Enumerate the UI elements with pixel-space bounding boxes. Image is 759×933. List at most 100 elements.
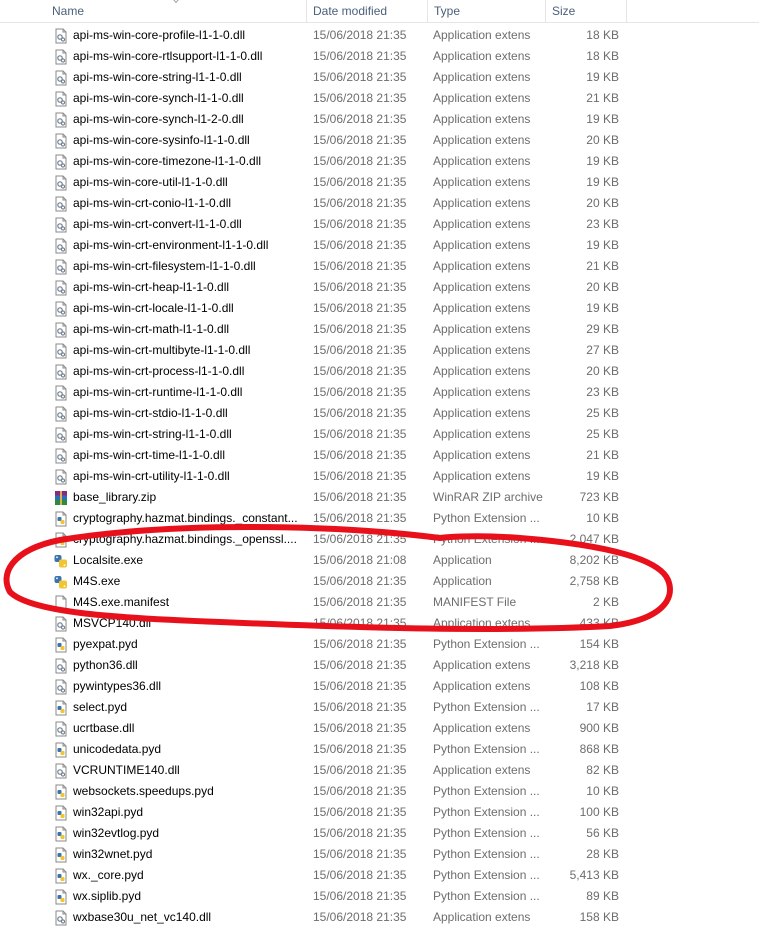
- file-name: pywintypes36.dll: [73, 679, 162, 693]
- file-row[interactable]: wxbase30u_net_vc140.dll 15/06/2018 21:35 A…: [0, 907, 759, 928]
- file-row[interactable]: api-ms-win-crt-filesystem-l1-1-0.dll 15/0…: [0, 256, 759, 277]
- file-date-modified: 15/06/2018 21:35: [313, 385, 407, 399]
- file-row[interactable]: M4S.exe.manifest 15/06/2018 21:35 MANIFEST…: [0, 592, 759, 613]
- file-row[interactable]: cryptography.hazmat.bindings._openssl...…: [0, 529, 759, 550]
- file-size: 18 KB: [586, 28, 619, 42]
- file-type: Python Extension ...: [433, 889, 540, 903]
- file-name: api-ms-win-core-synch-l1-1-0.dll: [73, 91, 244, 105]
- file-row[interactable]: api-ms-win-core-timezone-l1-1-0.dll 15/06…: [0, 151, 759, 172]
- file-type: Application extens: [433, 721, 531, 735]
- file-size: 20 KB: [586, 133, 619, 147]
- file-row[interactable]: api-ms-win-core-sysinfo-l1-1-0.dll 15/06/…: [0, 130, 759, 151]
- file-name: api-ms-win-core-rtlsupport-l1-1-0.dll: [73, 49, 263, 63]
- column-header-size[interactable]: Size: [546, 0, 626, 22]
- file-row[interactable]: api-ms-win-crt-runtime-l1-1-0.dll 15/06/2…: [0, 382, 759, 403]
- file-row[interactable]: api-ms-win-core-synch-l1-1-0.dll 15/06/20…: [0, 88, 759, 109]
- file-type: Application extens: [433, 658, 531, 672]
- file-row[interactable]: api-ms-win-crt-heap-l1-1-0.dll 15/06/2018…: [0, 277, 759, 298]
- file-type: Python Extension ...: [433, 742, 540, 756]
- file-row[interactable]: api-ms-win-core-synch-l1-2-0.dll 15/06/20…: [0, 109, 759, 130]
- column-header-type[interactable]: Type: [428, 0, 545, 22]
- dll-icon: [53, 112, 69, 128]
- file-type: MANIFEST File: [433, 595, 517, 609]
- file-date-modified: 15/06/2018 21:35: [313, 364, 407, 378]
- file-row[interactable]: Localsite.exe 15/06/2018 21:08 Application…: [0, 550, 759, 571]
- file-row[interactable]: unicodedata.pyd 15/06/2018 21:35 Python Ex…: [0, 739, 759, 760]
- dll-icon: [53, 154, 69, 170]
- file-row[interactable]: api-ms-win-core-rtlsupport-l1-1-0.dll 15/…: [0, 46, 759, 67]
- file-row[interactable]: api-ms-win-crt-math-l1-1-0.dll 15/06/2018…: [0, 319, 759, 340]
- file-row[interactable]: api-ms-win-crt-locale-l1-1-0.dll 15/06/20…: [0, 298, 759, 319]
- file-date-modified: 15/06/2018 21:35: [313, 742, 407, 756]
- file-row[interactable]: api-ms-win-crt-environment-l1-1-0.dll 15/…: [0, 235, 759, 256]
- file-row[interactable]: win32api.pyd 15/06/2018 21:35 Python Exten…: [0, 802, 759, 823]
- file-row[interactable]: api-ms-win-crt-convert-l1-1-0.dll 15/06/2…: [0, 214, 759, 235]
- file-row[interactable]: api-ms-win-crt-process-l1-1-0.dll 15/06/2…: [0, 361, 759, 382]
- python-file-icon: [53, 889, 69, 905]
- file-size: 5,413 KB: [569, 868, 619, 882]
- file-row[interactable]: win32wnet.pyd 15/06/2018 21:35 Python Exte…: [0, 844, 759, 865]
- file-size: 19 KB: [586, 301, 619, 315]
- column-divider[interactable]: [626, 0, 627, 22]
- file-row[interactable]: python36.dll 15/06/2018 21:35 Application …: [0, 655, 759, 676]
- dll-icon: [53, 448, 69, 464]
- file-date-modified: 15/06/2018 21:35: [313, 49, 407, 63]
- file-size: 20 KB: [586, 196, 619, 210]
- column-header-name[interactable]: Name: [46, 0, 306, 22]
- file-row[interactable]: websockets.speedups.pyd 15/06/2018 21:35 P…: [0, 781, 759, 802]
- file-date-modified: 15/06/2018 21:35: [313, 784, 407, 798]
- file-row[interactable]: ucrtbase.dll 15/06/2018 21:35 Application …: [0, 718, 759, 739]
- file-row[interactable]: wx._core.pyd 15/06/2018 21:35 Python Exten…: [0, 865, 759, 886]
- file-type: Application extens: [433, 763, 531, 777]
- file-size: 723 KB: [579, 490, 619, 504]
- file-date-modified: 15/06/2018 21:35: [313, 805, 407, 819]
- file-size: 21 KB: [586, 448, 619, 462]
- file-row[interactable]: win32evtlog.pyd 15/06/2018 21:35 Python Ex…: [0, 823, 759, 844]
- file-name: api-ms-win-crt-string-l1-1-0.dll: [73, 427, 232, 441]
- file-type: Application extens: [433, 406, 531, 420]
- file-size: 27 KB: [586, 343, 619, 357]
- file-row[interactable]: api-ms-win-core-util-l1-1-0.dll 15/06/201…: [0, 172, 759, 193]
- dll-icon: [53, 91, 69, 107]
- file-size: 2 KB: [592, 595, 619, 609]
- file-row[interactable]: cryptography.hazmat.bindings._constant..…: [0, 508, 759, 529]
- file-name: api-ms-win-crt-filesystem-l1-1-0.dll: [73, 259, 256, 273]
- file-type: Application extens: [433, 385, 531, 399]
- file-row[interactable]: base_library.zip 15/06/2018 21:35 WinRAR Z…: [0, 487, 759, 508]
- file-date-modified: 15/06/2018 21:35: [313, 238, 407, 252]
- file-size: 18 KB: [586, 49, 619, 63]
- file-name: api-ms-win-crt-multibyte-l1-1-0.dll: [73, 343, 251, 357]
- column-header-date-modified[interactable]: Date modified: [307, 0, 427, 22]
- file-row[interactable]: wx.siplib.pyd 15/06/2018 21:35 Python Exte…: [0, 886, 759, 907]
- file-date-modified: 15/06/2018 21:35: [313, 574, 407, 588]
- file-size: 21 KB: [586, 259, 619, 273]
- file-row[interactable]: api-ms-win-crt-conio-l1-1-0.dll 15/06/201…: [0, 193, 759, 214]
- python-file-icon: [53, 637, 69, 653]
- file-row[interactable]: api-ms-win-crt-stdio-l1-1-0.dll 15/06/201…: [0, 403, 759, 424]
- file-row[interactable]: api-ms-win-crt-time-l1-1-0.dll 15/06/2018…: [0, 445, 759, 466]
- file-date-modified: 15/06/2018 21:35: [313, 658, 407, 672]
- winrar-archive-icon: [53, 490, 69, 506]
- file-name: wxbase30u_net_vc140.dll: [73, 910, 212, 924]
- file-row[interactable]: api-ms-win-crt-multibyte-l1-1-0.dll 15/06…: [0, 340, 759, 361]
- file-row[interactable]: MSVCP140.dll 15/06/2018 21:35 Application …: [0, 613, 759, 634]
- dll-icon: [53, 322, 69, 338]
- dll-icon: [53, 280, 69, 296]
- file-name: api-ms-win-core-string-l1-1-0.dll: [73, 70, 242, 84]
- file-row[interactable]: pywintypes36.dll 15/06/2018 21:35 Applicat…: [0, 676, 759, 697]
- file-row[interactable]: api-ms-win-crt-utility-l1-1-0.dll 15/06/2…: [0, 466, 759, 487]
- file-size: 29 KB: [586, 322, 619, 336]
- file-date-modified: 15/06/2018 21:35: [313, 322, 407, 336]
- file-date-modified: 15/06/2018 21:35: [313, 175, 407, 189]
- file-date-modified: 15/06/2018 21:35: [313, 301, 407, 315]
- file-row[interactable]: VCRUNTIME140.dll 15/06/2018 21:35 Applicat…: [0, 760, 759, 781]
- file-row[interactable]: api-ms-win-core-profile-l1-1-0.dll 15/06/…: [0, 25, 759, 46]
- file-row[interactable]: pyexpat.pyd 15/06/2018 21:35 Python Extens…: [0, 634, 759, 655]
- file-row[interactable]: api-ms-win-core-string-l1-1-0.dll 15/06/2…: [0, 67, 759, 88]
- file-row[interactable]: M4S.exe 15/06/2018 21:35 Application 2,758 …: [0, 571, 759, 592]
- python-file-icon: [53, 532, 69, 548]
- file-date-modified: 15/06/2018 21:35: [313, 70, 407, 84]
- file-row[interactable]: select.pyd 15/06/2018 21:35 Python Extensi…: [0, 697, 759, 718]
- file-name: api-ms-win-crt-time-l1-1-0.dll: [73, 448, 226, 462]
- file-row[interactable]: api-ms-win-crt-string-l1-1-0.dll 15/06/20…: [0, 424, 759, 445]
